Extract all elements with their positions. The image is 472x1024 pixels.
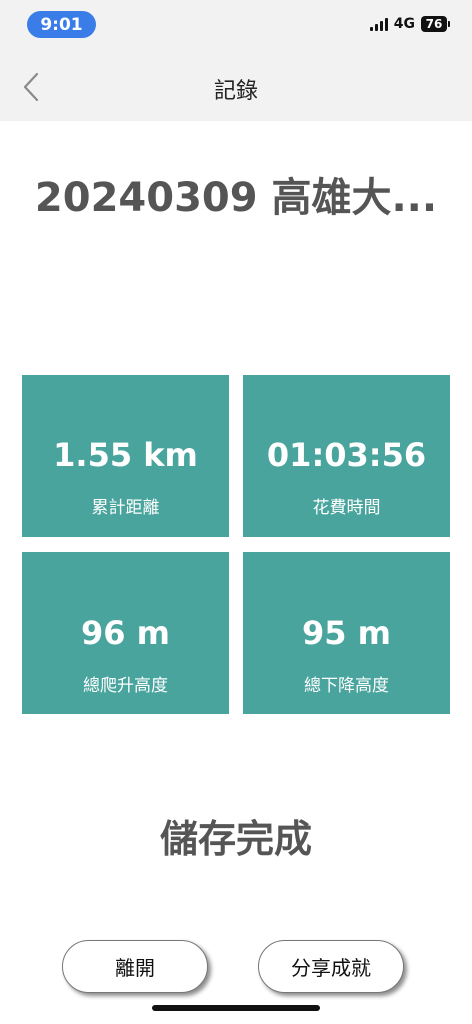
page-title: 記錄 (213, 79, 258, 104)
distance-value: 1.55 km (53, 436, 198, 474)
home-indicator[interactable] (152, 1005, 320, 1011)
descent-card: 95 m 總下降高度 (243, 552, 450, 714)
ascent-value: 96 m (80, 614, 170, 652)
distance-card: 1.55 km 累計距離 (22, 375, 229, 537)
duration-label: 花費時間 (312, 498, 381, 518)
record-title: 20240309 高雄大... (34, 175, 438, 221)
share-achievement-button[interactable]: 分享成就 (258, 940, 404, 993)
cellular-signal-icon (369, 17, 388, 31)
network-type: 4G (393, 16, 415, 32)
ascent-card: 96 m 總爬升高度 (22, 552, 229, 714)
status-indicators: 4G 76 (369, 16, 450, 32)
descent-label: 總下降高度 (304, 676, 389, 696)
status-time: 9:01 (27, 11, 96, 38)
status-bar: 9:01 4G 76 (0, 0, 472, 48)
descent-value: 95 m (301, 614, 391, 652)
ascent-label: 總爬升高度 (83, 676, 168, 696)
leave-button[interactable]: 離開 (62, 940, 208, 993)
duration-card: 01:03:56 花費時間 (243, 375, 450, 537)
distance-label: 累計距離 (91, 498, 160, 518)
battery-tip (448, 21, 450, 27)
battery-icon: 76 (421, 16, 447, 32)
duration-value: 01:03:56 (266, 436, 427, 474)
navigation-bar: 記錄 (0, 48, 472, 121)
save-status-text: 儲存完成 (159, 817, 312, 861)
